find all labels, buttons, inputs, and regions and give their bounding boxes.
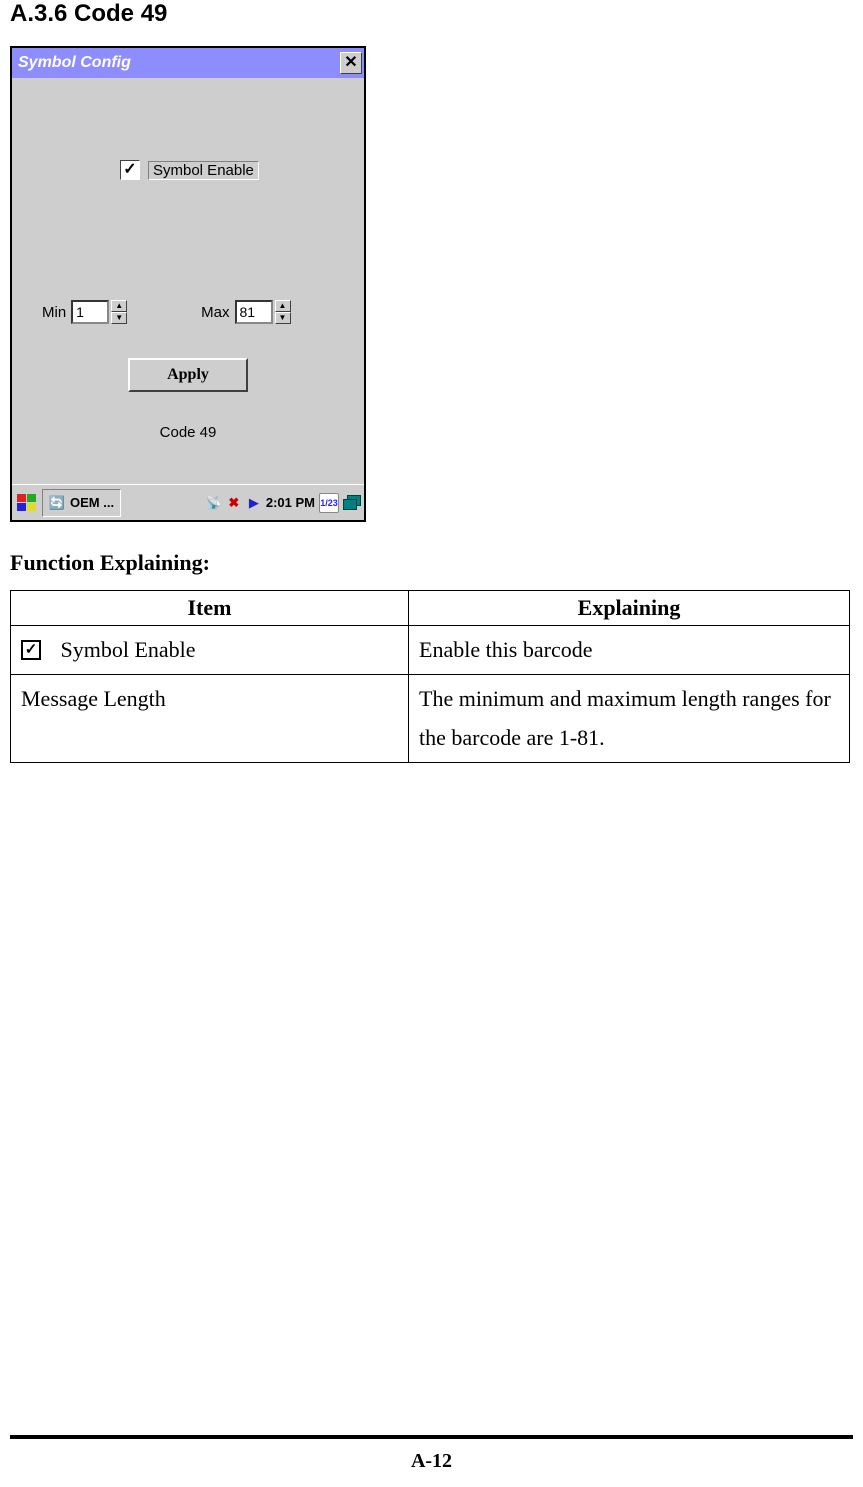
system-tray: 📡 ✖ ▶ 2:01 PM 1/23 <box>206 493 361 513</box>
close-icon: ✕ <box>344 55 357 71</box>
max-up-button[interactable]: ▲ <box>275 300 291 312</box>
max-down-button[interactable]: ▼ <box>275 312 291 324</box>
symbol-enable-row: ✓ Symbol Enable <box>120 160 259 180</box>
function-explaining-heading: Function Explaining: <box>10 550 853 576</box>
cell-item: Symbol Enable <box>61 637 196 662</box>
symbol-enable-label: Symbol Enable <box>148 161 259 180</box>
speaker-icon[interactable]: ▶ <box>246 495 262 511</box>
function-explaining-table: Item Explaining ✓ Symbol Enable Enable t… <box>10 590 850 763</box>
screenshot-symbol-config: Symbol Config ✕ ✓ Symbol Enable Min 1 ▲ … <box>10 46 366 522</box>
triangle-up-icon: ▲ <box>115 302 123 310</box>
min-input[interactable]: 1 <box>71 300 109 324</box>
apply-button[interactable]: Apply <box>128 358 248 392</box>
table-row: Message Length The minimum and maximum l… <box>11 674 850 762</box>
symbol-enable-checkbox[interactable]: ✓ <box>120 160 140 180</box>
network-icon[interactable]: 📡 <box>206 495 222 511</box>
windows-flag-icon <box>17 494 37 512</box>
sync-icon: 🔄 <box>49 495 65 511</box>
taskbar-clock[interactable]: 2:01 PM <box>266 495 315 510</box>
triangle-down-icon: ▼ <box>115 314 123 322</box>
length-spinner-row: Min 1 ▲ ▼ Max 81 ▲ ▼ <box>42 300 291 324</box>
code-type-label: Code 49 <box>12 424 364 441</box>
window-body: ✓ Symbol Enable Min 1 ▲ ▼ Max 81 ▲ ▼ App… <box>12 78 364 486</box>
cell-explaining: The minimum and maximum length ranges fo… <box>409 674 850 762</box>
cell-explaining: Enable this barcode <box>409 626 850 675</box>
plug-disconnected-icon[interactable]: ✖ <box>226 495 242 511</box>
check-icon: ✓ <box>123 162 136 178</box>
start-button[interactable] <box>15 490 39 516</box>
max-label: Max <box>201 304 229 321</box>
triangle-down-icon: ▼ <box>279 314 287 322</box>
window-titlebar: Symbol Config ✕ <box>12 48 364 78</box>
close-button[interactable]: ✕ <box>340 52 362 74</box>
keyboard-toggle-icon[interactable]: 1/23 <box>319 493 339 513</box>
cell-item: Message Length <box>11 674 409 762</box>
section-heading: A.3.6 Code 49 <box>10 0 853 28</box>
min-label: Min <box>42 304 66 321</box>
footer-rule <box>10 1435 853 1439</box>
table-row: ✓ Symbol Enable Enable this barcode <box>11 626 850 675</box>
taskbar-task-oem[interactable]: 🔄 OEM ... <box>42 489 121 517</box>
min-down-button[interactable]: ▼ <box>111 312 127 324</box>
table-header-item: Item <box>11 591 409 626</box>
table-header-explaining: Explaining <box>409 591 850 626</box>
page-number: A-12 <box>0 1450 863 1473</box>
checkbox-icon: ✓ <box>21 640 41 660</box>
min-up-button[interactable]: ▲ <box>111 300 127 312</box>
window-title: Symbol Config <box>18 54 131 72</box>
taskbar: 🔄 OEM ... 📡 ✖ ▶ 2:01 PM 1/23 <box>12 484 364 520</box>
cascade-windows-icon[interactable] <box>343 495 361 511</box>
triangle-up-icon: ▲ <box>279 302 287 310</box>
max-input[interactable]: 81 <box>235 300 273 324</box>
task-label: OEM ... <box>70 495 114 510</box>
